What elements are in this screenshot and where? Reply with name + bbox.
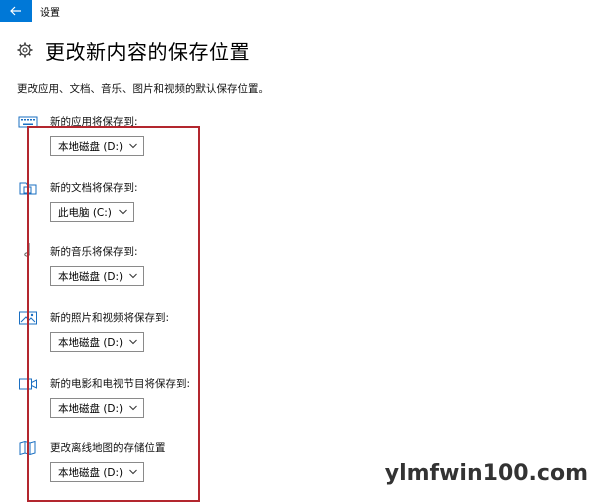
back-button[interactable] [0,0,32,22]
window-title: 设置 [40,8,60,19]
gear-icon [17,42,33,58]
page-description: 更改应用、文档、音乐、图片和视频的默认保存位置。 [17,83,269,95]
arrow-left-icon [10,6,21,16]
page-header: 更改新内容的保存位置 [17,36,250,64]
highlight-box [27,126,200,502]
watermark: ylmfwin100.com [384,461,588,486]
page-title: 更改新内容的保存位置 [45,39,250,64]
title-bar: 设置 [0,0,600,22]
